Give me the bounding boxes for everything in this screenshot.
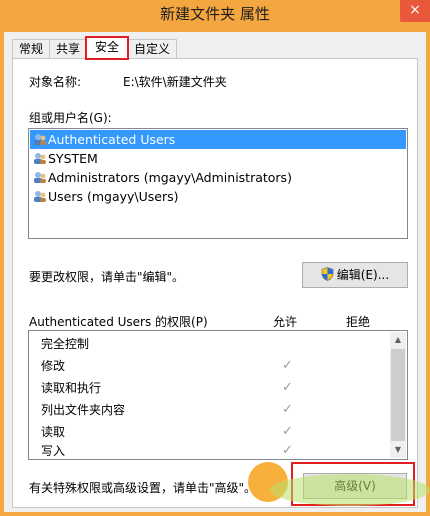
advanced-hint: 有关特殊权限或高级设置，请单击"高级"。 xyxy=(29,481,257,495)
list-item-label: Administrators (mgayy\Administrators) xyxy=(48,170,292,185)
permission-row-list-folder: 列出文件夹内容 ✓ xyxy=(29,399,389,421)
tab-customize[interactable]: 自定义 xyxy=(127,39,178,59)
scroll-thumb[interactable] xyxy=(391,349,405,441)
permission-row-write: 写入 ✓ xyxy=(29,443,389,459)
list-item-authenticated-users[interactable]: Authenticated Users xyxy=(30,130,406,149)
user-group-icon xyxy=(34,134,46,145)
tab-security[interactable]: 安全 xyxy=(85,36,130,60)
properties-window: 新建文件夹 属性 × 常规 共享 安全 自定义 对象名称: E:\软件\新建文件… xyxy=(0,0,430,516)
list-item-users[interactable]: Users (mgayy\Users) xyxy=(30,187,179,206)
allow-column-header: 允许 xyxy=(273,315,298,329)
allow-check-icon: ✓ xyxy=(282,380,293,395)
permission-name: 写入 xyxy=(41,444,66,458)
permissions-header: Authenticated Users 的权限(P) xyxy=(29,315,208,329)
tab-strip: 常规 共享 安全 自定义 xyxy=(12,36,178,60)
list-item-system[interactable]: SYSTEM xyxy=(30,149,98,168)
list-item-administrators[interactable]: Administrators (mgayy\Administrators) xyxy=(30,168,292,187)
permission-name: 读取 xyxy=(41,425,66,439)
list-item-label: Authenticated Users xyxy=(48,132,176,147)
object-name-label: 对象名称: xyxy=(29,75,82,89)
permission-name: 完全控制 xyxy=(41,337,90,351)
permission-row-modify: 修改 ✓ xyxy=(29,355,389,377)
list-item-label: SYSTEM xyxy=(48,151,98,166)
user-group-icon xyxy=(34,153,46,164)
permission-row-read-execute: 读取和执行 ✓ xyxy=(29,377,389,399)
advanced-button[interactable]: 高级(V) xyxy=(303,473,407,499)
permissions-list: 完全控制 修改 ✓ 读取和执行 ✓ 列出文件夹内容 ✓ 读取 ✓ 写入 ✓ ▲ … xyxy=(28,330,408,460)
permission-name: 读取和执行 xyxy=(41,381,102,395)
permission-name: 列出文件夹内容 xyxy=(41,403,126,417)
permission-row-read: 读取 ✓ xyxy=(29,421,389,443)
object-name-value: E:\软件\新建文件夹 xyxy=(123,75,227,89)
user-group-icon xyxy=(34,172,46,183)
shield-icon xyxy=(321,267,334,281)
allow-check-icon: ✓ xyxy=(282,424,293,439)
allow-check-icon: ✓ xyxy=(282,402,293,417)
edit-hint: 要更改权限，请单击"编辑"。 xyxy=(29,270,185,284)
permission-row-full-control: 完全控制 xyxy=(29,333,389,355)
allow-check-icon: ✓ xyxy=(282,443,293,458)
dialog-body: 常规 共享 安全 自定义 对象名称: E:\软件\新建文件夹 组或用户名(G):… xyxy=(4,32,426,512)
list-item-label: Users (mgayy\Users) xyxy=(48,189,179,204)
window-title: 新建文件夹 属性 xyxy=(160,5,270,23)
groups-listbox[interactable]: Authenticated Users SYSTEM Administrator… xyxy=(28,128,408,239)
tab-sharing[interactable]: 共享 xyxy=(49,39,88,59)
edit-button[interactable]: 编辑(E)... xyxy=(302,262,408,288)
security-panel: 对象名称: E:\软件\新建文件夹 组或用户名(G): Authenticate… xyxy=(12,58,418,508)
close-button[interactable]: × xyxy=(400,0,430,22)
scroll-down-arrow-icon[interactable]: ▼ xyxy=(390,442,406,458)
groups-label: 组或用户名(G): xyxy=(29,111,112,125)
tab-general[interactable]: 常规 xyxy=(12,39,51,59)
close-icon: × xyxy=(409,2,421,18)
deny-column-header: 拒绝 xyxy=(346,315,371,329)
permission-name: 修改 xyxy=(41,359,66,373)
edit-button-label: 编辑(E)... xyxy=(336,268,390,282)
user-group-icon xyxy=(34,191,46,202)
allow-check-icon: ✓ xyxy=(282,358,293,373)
permissions-scrollbar[interactable]: ▲ ▼ xyxy=(390,332,406,458)
scroll-up-arrow-icon[interactable]: ▲ xyxy=(390,332,406,348)
advanced-button-label: 高级(V) xyxy=(334,479,376,493)
title-bar: 新建文件夹 属性 × xyxy=(0,0,430,32)
